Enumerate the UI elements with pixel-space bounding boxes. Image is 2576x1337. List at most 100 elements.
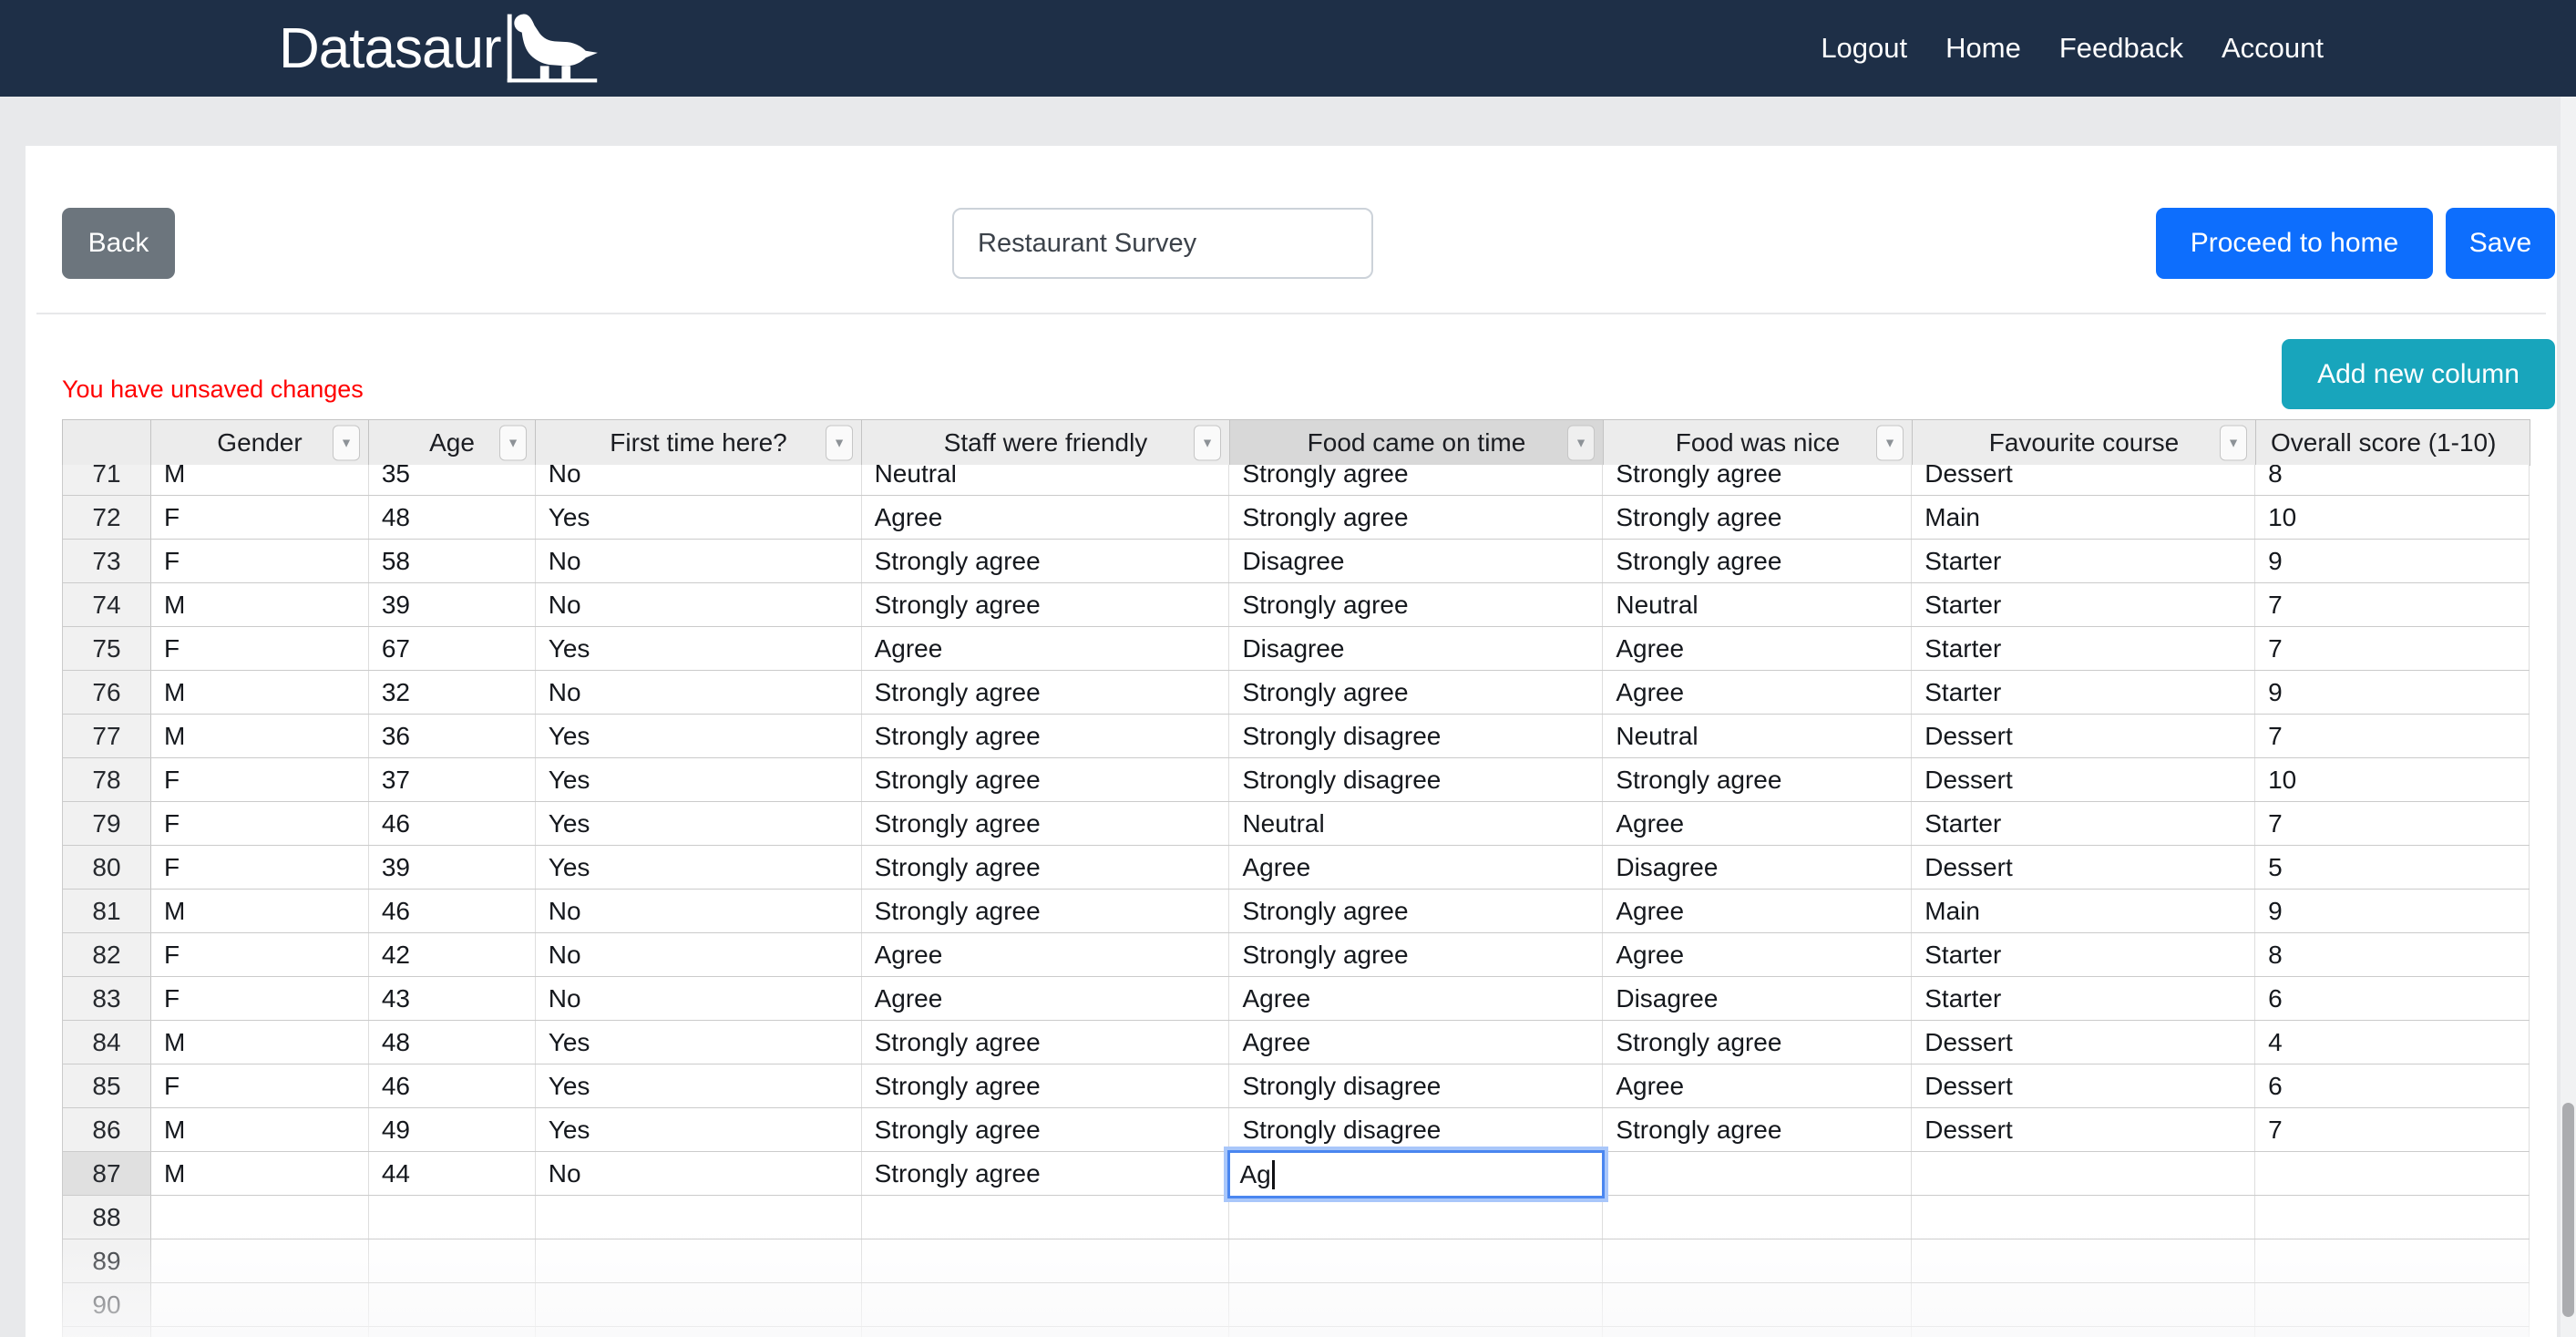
table-cell[interactable]: Agree [1228, 1020, 1604, 1064]
table-cell[interactable]: F [150, 976, 369, 1021]
table-cell[interactable]: 39 [368, 582, 536, 627]
table-cell[interactable]: F [150, 539, 369, 583]
row-header[interactable]: 77 [62, 714, 151, 758]
table-cell[interactable]: 7 [2254, 1107, 2530, 1152]
back-button[interactable]: Back [62, 208, 175, 279]
table-cell[interactable]: No [535, 976, 862, 1021]
table-cell[interactable] [368, 1282, 536, 1327]
table-cell[interactable]: 58 [368, 539, 536, 583]
table-cell[interactable] [368, 1239, 536, 1283]
filter-dropdown-icon[interactable]: ▼ [333, 425, 360, 460]
table-cell[interactable] [535, 1282, 862, 1327]
table-cell[interactable]: Yes [535, 1064, 862, 1108]
row-header[interactable]: 91 [62, 1326, 151, 1337]
table-cell[interactable]: Neutral [861, 465, 1230, 496]
row-header[interactable]: 76 [62, 670, 151, 715]
table-cell[interactable]: Dessert [1911, 757, 2256, 802]
table-cell[interactable]: No [535, 1151, 862, 1196]
table-cell[interactable]: 9 [2254, 889, 2530, 933]
table-cell[interactable]: Strongly agree [1228, 670, 1604, 715]
table-cell[interactable]: No [535, 932, 862, 977]
table-cell[interactable]: Strongly agree [861, 670, 1230, 715]
column-header[interactable]: Food was nice ▼ [1603, 419, 1913, 466]
table-cell[interactable]: F [150, 845, 369, 890]
table-cell[interactable]: Yes [535, 495, 862, 540]
table-cell[interactable]: Yes [535, 845, 862, 890]
table-cell[interactable]: No [535, 582, 862, 627]
table-cell[interactable]: Starter [1911, 670, 2256, 715]
row-header[interactable]: 82 [62, 932, 151, 977]
table-cell[interactable]: F [150, 757, 369, 802]
table-cell[interactable]: Strongly disagree [1228, 714, 1604, 758]
row-header[interactable]: 85 [62, 1064, 151, 1108]
add-new-column-button[interactable]: Add new column [2282, 339, 2555, 409]
table-cell[interactable]: M [150, 889, 369, 933]
table-cell[interactable]: Main [1911, 889, 2256, 933]
row-header[interactable]: 81 [62, 889, 151, 933]
table-cell[interactable]: 39 [368, 845, 536, 890]
table-cell[interactable]: 8 [2254, 932, 2530, 977]
table-cell[interactable]: Strongly agree [1228, 932, 1604, 977]
table-cell[interactable] [861, 1239, 1230, 1283]
table-cell[interactable]: Strongly agree [1228, 582, 1604, 627]
filter-dropdown-icon[interactable]: ▼ [499, 425, 527, 460]
table-cell[interactable]: No [535, 465, 862, 496]
table-cell[interactable] [368, 1195, 536, 1239]
table-cell[interactable]: M [150, 465, 369, 496]
table-cell[interactable]: Dessert [1911, 845, 2256, 890]
table-cell[interactable]: Ag [1227, 1150, 1606, 1198]
column-header[interactable]: Favourite course ▼ [1912, 419, 2256, 466]
table-cell[interactable]: 7 [2254, 626, 2530, 671]
table-cell[interactable] [861, 1326, 1230, 1337]
row-header[interactable]: 88 [62, 1195, 151, 1239]
cell-editor[interactable]: Ag [1227, 1150, 1606, 1198]
table-cell[interactable]: Strongly agree [861, 582, 1230, 627]
row-header[interactable]: 84 [62, 1020, 151, 1064]
nav-link-logout[interactable]: Logout [1821, 32, 1907, 65]
table-cell[interactable]: Strongly agree [1228, 465, 1604, 496]
column-header[interactable]: Overall score (1-10) [2255, 419, 2530, 466]
table-cell[interactable]: Dessert [1911, 1107, 2256, 1152]
table-cell[interactable] [1228, 1195, 1604, 1239]
table-cell[interactable]: Dessert [1911, 1020, 2256, 1064]
row-header[interactable]: 71 [62, 465, 151, 496]
table-cell[interactable]: Strongly disagree [1228, 1107, 1604, 1152]
table-cell[interactable] [1911, 1326, 2256, 1337]
table-cell[interactable]: Strongly disagree [1228, 757, 1604, 802]
table-cell[interactable]: Strongly agree [861, 539, 1230, 583]
nav-link-feedback[interactable]: Feedback [2059, 32, 2183, 65]
table-cell[interactable]: 32 [368, 670, 536, 715]
row-header[interactable]: 83 [62, 976, 151, 1021]
table-cell[interactable]: Strongly agree [861, 1020, 1230, 1064]
table-cell[interactable]: Strongly agree [1228, 495, 1604, 540]
table-cell[interactable]: No [535, 670, 862, 715]
table-cell[interactable]: Yes [535, 1020, 862, 1064]
table-cell[interactable]: 5 [2254, 845, 2530, 890]
table-cell[interactable]: 46 [368, 889, 536, 933]
table-cell[interactable]: 44 [368, 1151, 536, 1196]
row-header[interactable]: 75 [62, 626, 151, 671]
table-cell[interactable] [150, 1239, 369, 1283]
table-cell[interactable]: Strongly agree [1602, 757, 1913, 802]
table-cell[interactable]: Neutral [1602, 714, 1913, 758]
table-cell[interactable] [368, 1326, 536, 1337]
table-cell[interactable]: Agree [1602, 932, 1913, 977]
table-cell[interactable]: Strongly agree [861, 1064, 1230, 1108]
table-cell[interactable] [150, 1282, 369, 1327]
table-cell[interactable] [2254, 1326, 2530, 1337]
row-header[interactable]: 73 [62, 539, 151, 583]
table-cell[interactable]: Agree [861, 932, 1230, 977]
column-header[interactable]: Food came on time ▼ [1229, 419, 1604, 466]
table-cell[interactable] [1911, 1195, 2256, 1239]
column-header[interactable]: Age ▼ [368, 419, 536, 466]
table-cell[interactable]: 35 [368, 465, 536, 496]
filter-dropdown-icon[interactable]: ▼ [1194, 425, 1221, 460]
table-cell[interactable]: 9 [2254, 539, 2530, 583]
table-cell[interactable]: 37 [368, 757, 536, 802]
scrollbar-thumb[interactable] [2562, 1103, 2574, 1317]
row-header[interactable]: 78 [62, 757, 151, 802]
column-header[interactable]: Staff were friendly ▼ [861, 419, 1230, 466]
table-cell[interactable]: F [150, 1064, 369, 1108]
table-cell[interactable] [150, 1195, 369, 1239]
table-cell[interactable]: Starter [1911, 582, 2256, 627]
